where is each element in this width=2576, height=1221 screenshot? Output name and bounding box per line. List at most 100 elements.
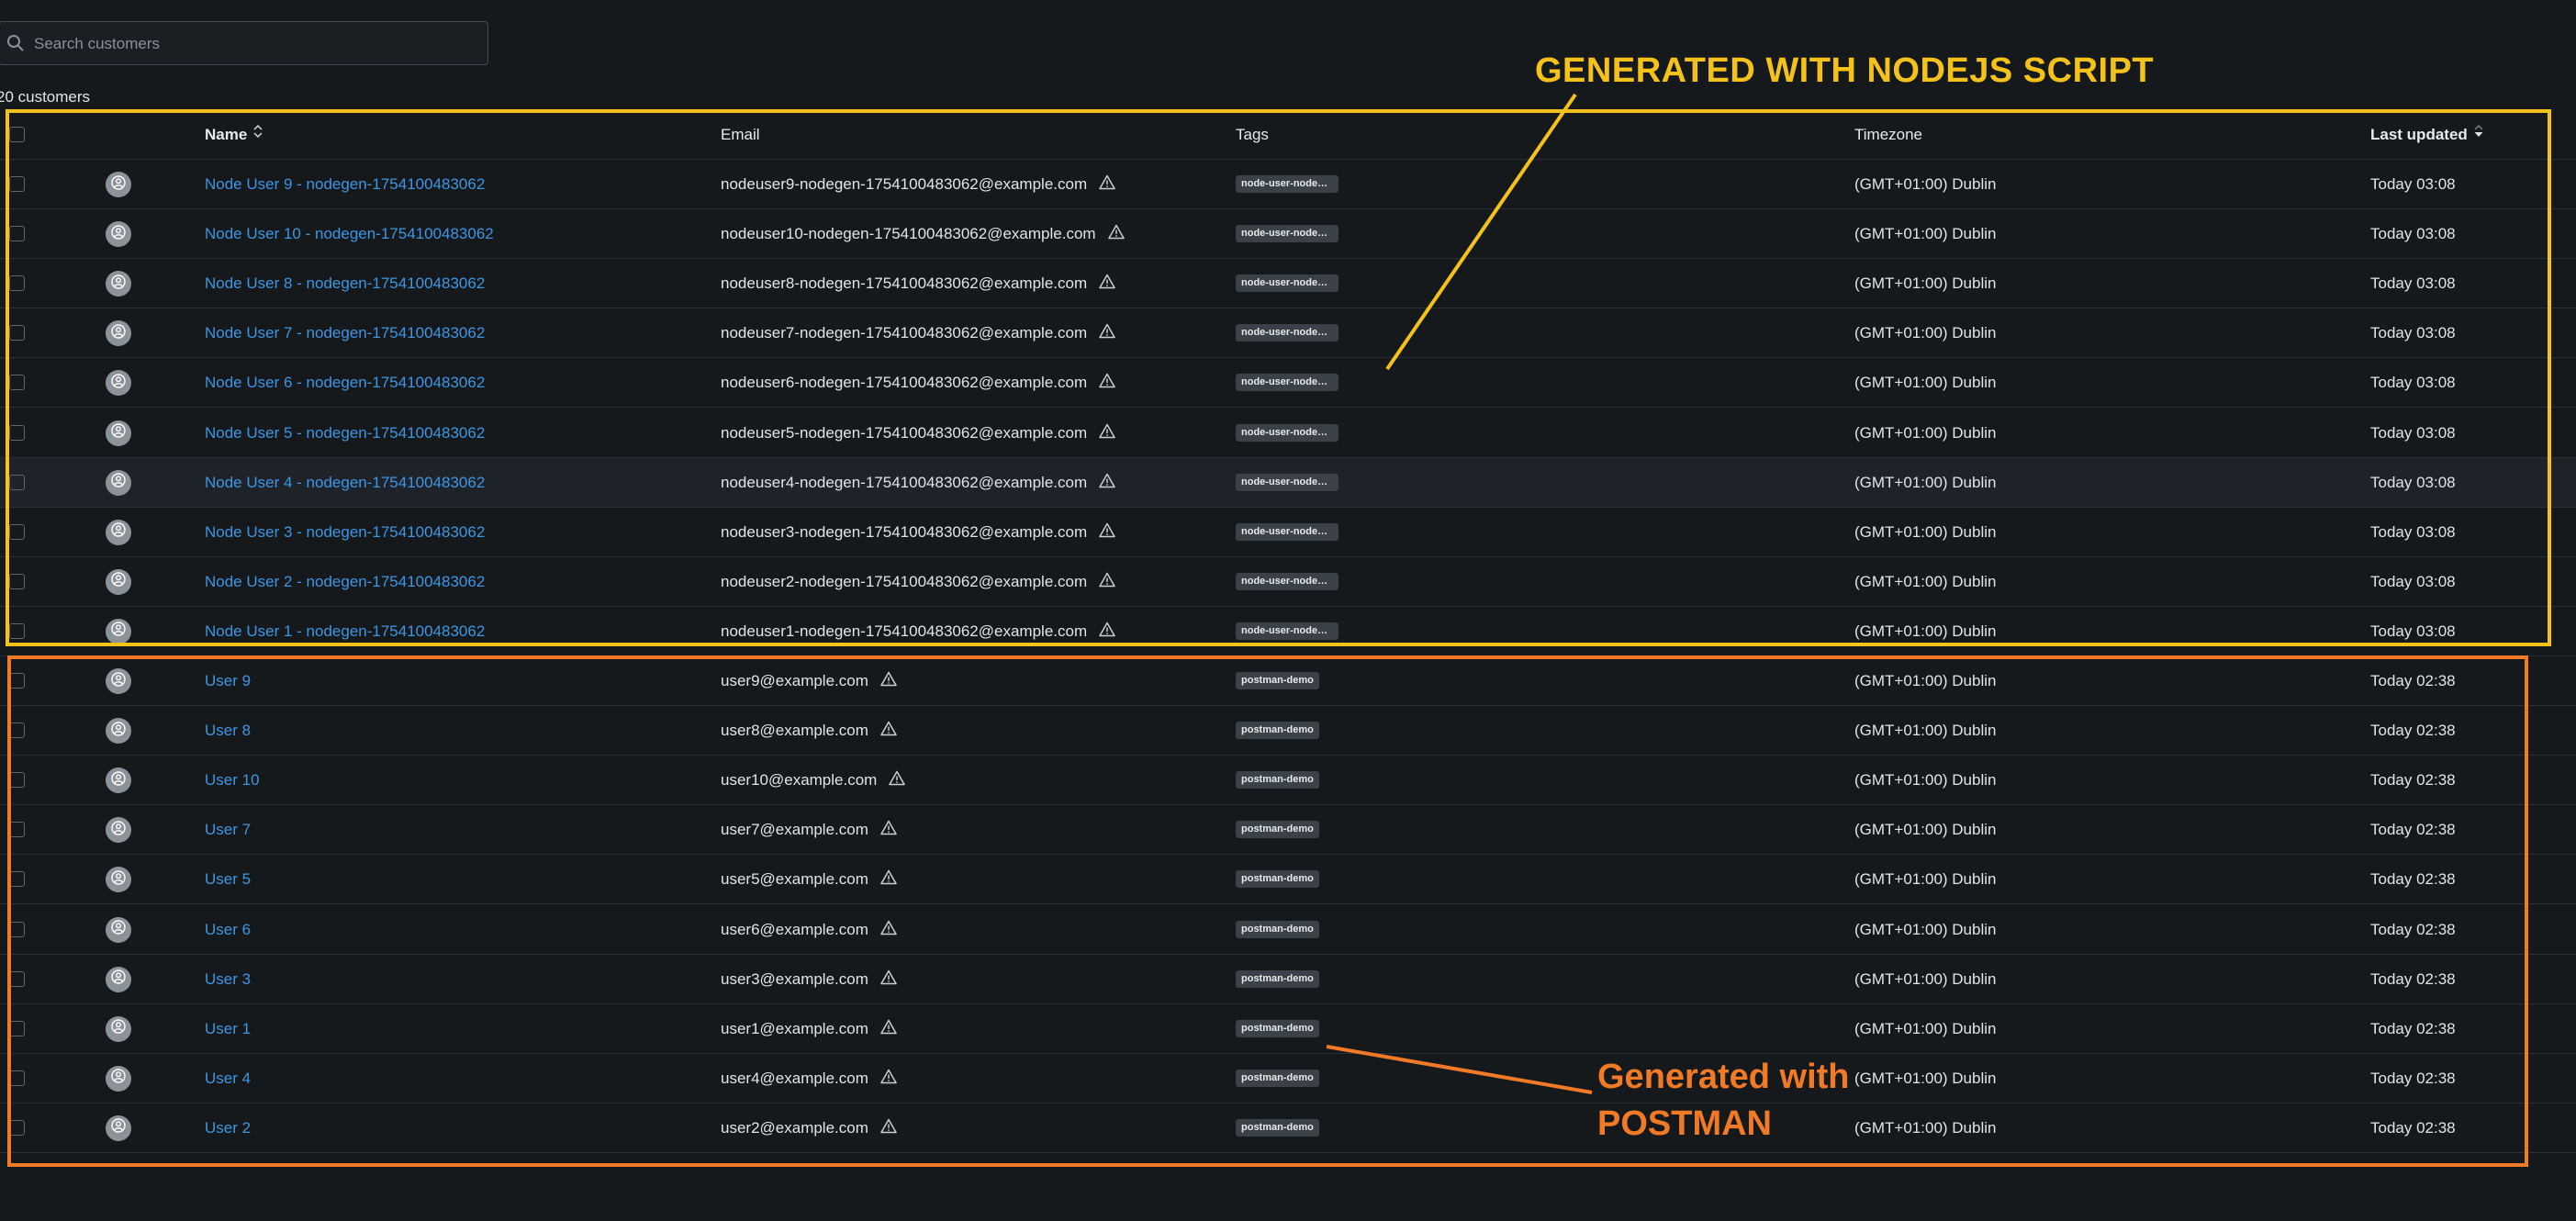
postman-annotation-line1: Generated with (1597, 1058, 1850, 1096)
table-row[interactable]: Node User 6 - nodegen-1754100483062 nodeu… (0, 358, 2576, 409)
user-icon (111, 473, 126, 492)
row-checkbox[interactable] (9, 325, 25, 342)
table-row[interactable]: Node User 3 - nodegen-1754100483062 nodeu… (0, 508, 2576, 557)
avatar (106, 519, 131, 545)
row-checkbox[interactable] (9, 573, 25, 589)
table-row[interactable]: Node User 9 - nodegen-1754100483062 nodeu… (0, 160, 2576, 209)
table-row[interactable]: User 3 user3@example.com postman-demo (GMT+… (0, 955, 2576, 1004)
last-updated-text: Today 02:38 (2370, 722, 2456, 740)
customer-name-link[interactable]: User 10 (205, 756, 260, 805)
table-row[interactable]: User 9 user9@example.com postman-demo (GMT+… (0, 656, 2576, 706)
table-row[interactable]: Node User 4 - nodegen-1754100483062 nodeu… (0, 457, 2576, 508)
warning-icon[interactable] (1099, 323, 1115, 343)
row-checkbox[interactable] (9, 1020, 25, 1036)
customer-name-link[interactable]: User 1 (205, 1004, 251, 1054)
warning-icon[interactable] (880, 820, 897, 840)
avatar (106, 1065, 131, 1092)
customer-name-link[interactable]: User 8 (205, 706, 251, 756)
warning-icon[interactable] (1099, 522, 1115, 543)
avatar (106, 817, 131, 844)
table-row[interactable]: User 6 user6@example.com postman-demo (GMT+… (0, 905, 2576, 955)
customer-name-link[interactable]: Node User 4 - nodegen-1754100483062 (205, 458, 485, 508)
table-row[interactable]: User 4 user4@example.com postman-demo (GMT+… (0, 1054, 2576, 1103)
row-checkbox[interactable] (9, 622, 25, 639)
customer-name-link[interactable]: User 2 (205, 1103, 251, 1153)
table-row[interactable]: User 7 user7@example.com postman-demo (GMT+… (0, 805, 2576, 856)
row-checkbox[interactable] (9, 275, 25, 292)
row-checkbox[interactable] (9, 723, 25, 739)
row-checkbox[interactable] (9, 970, 25, 987)
avatar (106, 221, 131, 248)
table-row[interactable]: Node User 5 - nodegen-1754100483062 nodeu… (0, 409, 2576, 458)
row-checkbox[interactable] (9, 474, 25, 490)
row-checkbox[interactable] (9, 772, 25, 789)
column-header-last-updated[interactable]: Last updated (2370, 110, 2484, 160)
warning-icon[interactable] (880, 1069, 897, 1089)
customer-name-link[interactable]: User 7 (205, 805, 251, 855)
warning-icon[interactable] (1099, 622, 1115, 642)
select-all-checkbox[interactable] (9, 127, 25, 142)
customer-name-link[interactable]: Node User 7 - nodegen-1754100483062 (205, 308, 485, 358)
table-row[interactable]: User 2 user2@example.com postman-demo (GMT+… (0, 1103, 2576, 1153)
warning-icon[interactable] (1107, 224, 1125, 244)
table-row[interactable]: Node User 8 - nodegen-1754100483062 nodeu… (0, 259, 2576, 309)
table-row[interactable]: User 5 user5@example.com postman-demo (GMT+… (0, 855, 2576, 905)
customer-name-link[interactable]: Node User 9 - nodegen-1754100483062 (205, 160, 485, 209)
row-checkbox[interactable] (9, 673, 25, 689)
warning-icon[interactable] (1099, 572, 1115, 592)
warning-icon[interactable] (880, 671, 897, 691)
warning-icon[interactable] (1099, 423, 1115, 443)
avatar (106, 618, 131, 644)
row-checkbox[interactable] (9, 1119, 25, 1136)
avatar (106, 370, 131, 397)
row-checkbox[interactable] (9, 921, 25, 937)
warning-icon[interactable] (880, 869, 897, 890)
warning-icon[interactable] (1099, 473, 1115, 493)
customer-name-link[interactable]: Node User 2 - nodegen-1754100483062 (205, 557, 485, 607)
sort-icon (252, 110, 263, 160)
row-checkbox[interactable] (9, 375, 25, 391)
table-row[interactable]: Node User 1 - nodegen-1754100483062 nodeu… (0, 607, 2576, 656)
row-checkbox[interactable] (9, 424, 25, 441)
warning-icon[interactable] (880, 920, 897, 940)
warning-icon[interactable] (880, 969, 897, 990)
customer-name-link[interactable]: Node User 6 - nodegen-1754100483062 (205, 358, 485, 408)
warning-icon[interactable] (889, 770, 906, 790)
customer-name-link[interactable]: Node User 8 - nodegen-1754100483062 (205, 259, 485, 308)
table-row[interactable]: User 1 user1@example.com postman-demo (GMT+… (0, 1004, 2576, 1054)
customer-name-link[interactable]: Node User 5 - nodegen-1754100483062 (205, 409, 485, 458)
table-row[interactable]: User 8 user8@example.com postman-demo (GMT+… (0, 706, 2576, 756)
row-checkbox[interactable] (9, 871, 25, 888)
email-text: user3@example.com (721, 969, 868, 988)
warning-icon[interactable] (1099, 174, 1115, 195)
column-header-name[interactable]: Name (205, 110, 263, 160)
last-updated-text: Today 03:08 (2370, 423, 2456, 442)
row-checkbox[interactable] (9, 176, 25, 192)
customer-name-link[interactable]: User 6 (205, 905, 251, 955)
search-box[interactable] (0, 21, 488, 66)
row-checkbox[interactable] (9, 822, 25, 838)
row-checkbox[interactable] (9, 523, 25, 540)
customer-name-link[interactable]: User 4 (205, 1054, 251, 1103)
warning-icon[interactable] (1099, 274, 1115, 294)
customer-name-link[interactable]: User 9 (205, 656, 251, 706)
email-text: nodeuser10-nodegen-1754100483062@example… (721, 225, 1096, 243)
customer-name-link[interactable]: Node User 10 - nodegen-1754100483062 (205, 209, 494, 259)
timezone-text: (GMT+01:00) Dublin (1854, 722, 1997, 740)
warning-icon[interactable] (880, 1019, 897, 1039)
table-row[interactable]: User 10 user10@example.com postman-demo (GM… (0, 756, 2576, 806)
row-checkbox[interactable] (9, 1070, 25, 1086)
table-row[interactable]: Node User 10 - nodegen-1754100483062 node… (0, 209, 2576, 260)
customer-name-link[interactable]: Node User 1 - nodegen-1754100483062 (205, 607, 485, 656)
customer-name-link[interactable]: User 3 (205, 955, 251, 1004)
search-input[interactable] (32, 22, 476, 66)
table-row[interactable]: Node User 2 - nodegen-1754100483062 nodeu… (0, 557, 2576, 607)
customer-name-link[interactable]: Node User 3 - nodegen-1754100483062 (205, 508, 485, 557)
table-row[interactable]: Node User 7 - nodegen-1754100483062 nodeu… (0, 308, 2576, 359)
row-checkbox[interactable] (9, 226, 25, 242)
warning-icon[interactable] (1099, 373, 1115, 393)
customer-name-link[interactable]: User 5 (205, 855, 251, 904)
user-icon (111, 1069, 126, 1088)
warning-icon[interactable] (880, 721, 897, 741)
warning-icon[interactable] (880, 1118, 897, 1138)
